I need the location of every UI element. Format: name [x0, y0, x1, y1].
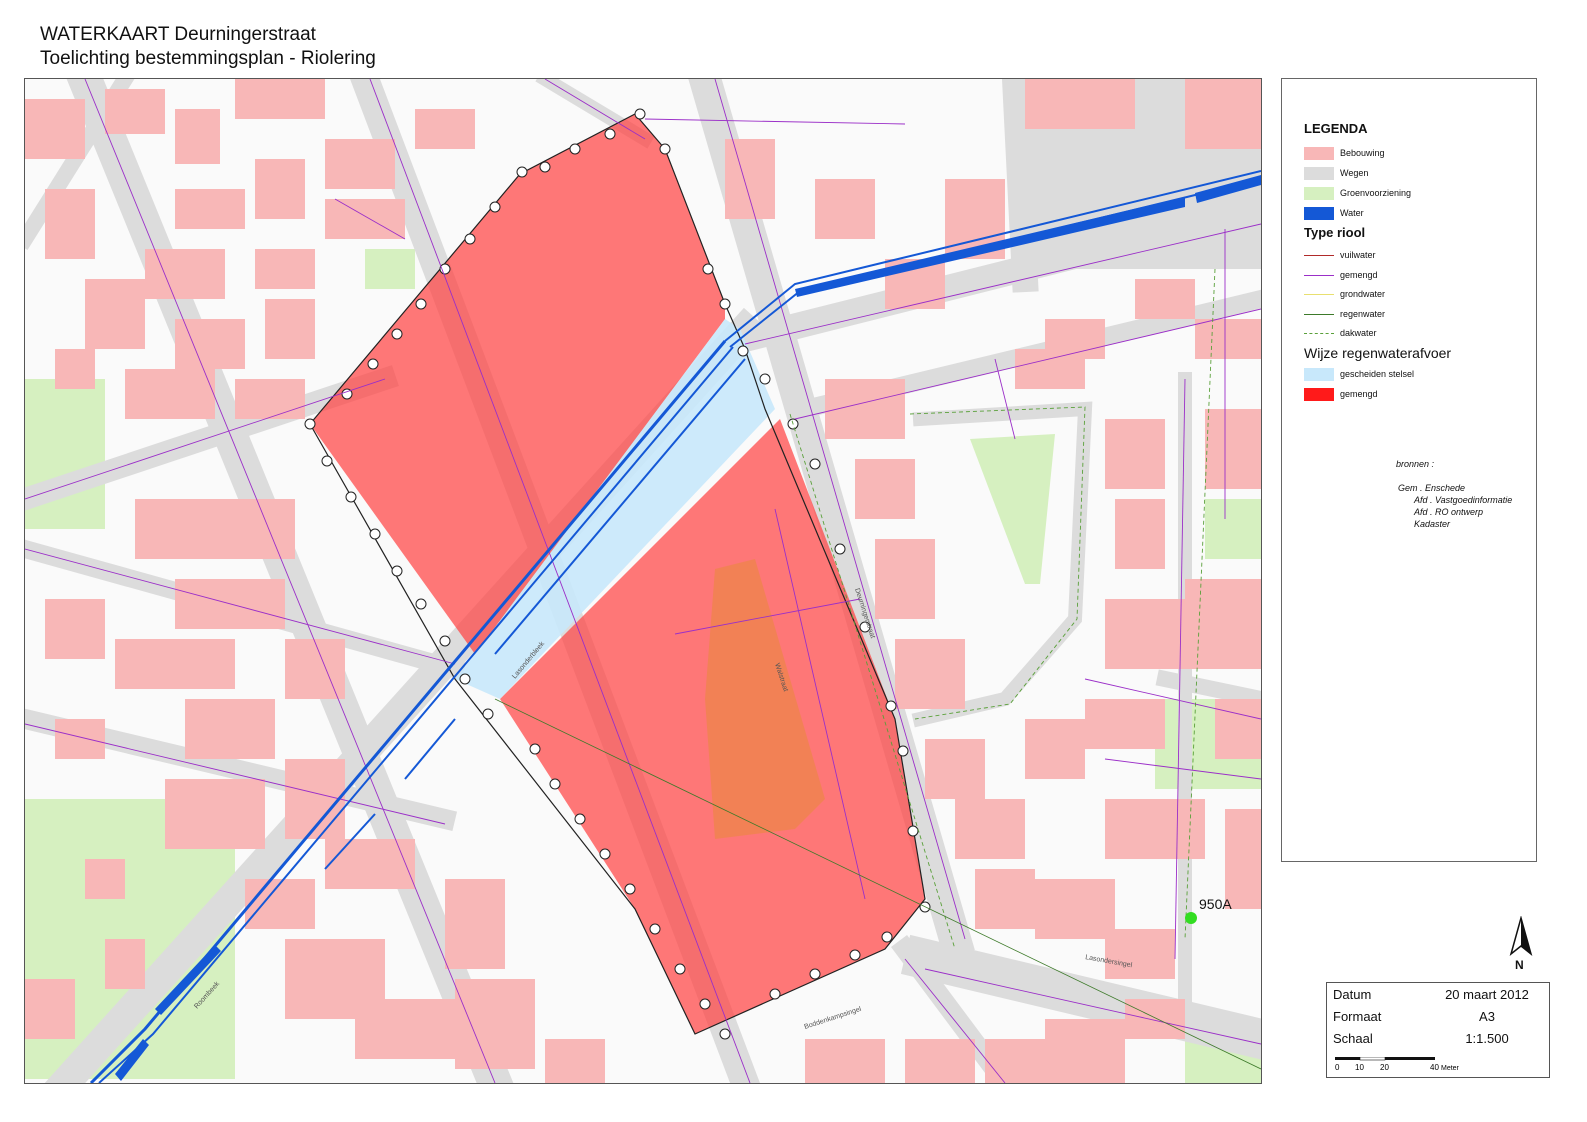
scale-tick: 20 — [1380, 1063, 1389, 1072]
schaal-label: Schaal — [1333, 1031, 1373, 1046]
formaat-label: Formaat — [1333, 1009, 1382, 1024]
map-canvas[interactable]: Roombeek Lasonderbleek Lasondersingel Bo… — [25, 79, 1261, 1083]
map-subtitle: Toelichting bestemmingsplan - Riolering — [40, 48, 376, 69]
swatch-icon — [1304, 146, 1334, 160]
measurement-point-label: 950A — [1199, 896, 1232, 912]
source-item: Afd . Vastgoedinformatie — [1414, 495, 1513, 505]
map-title: WATERKAART Deurningerstraat — [40, 24, 316, 45]
legend-item-dakwater: dakwater — [1304, 325, 1377, 341]
legend-item-bebouwing: Bebouwing — [1304, 145, 1385, 161]
scale-unit: Meter — [1441, 1065, 1460, 1072]
line-icon — [1304, 332, 1334, 334]
formaat-value: A3 — [1479, 1009, 1495, 1024]
schaal-value: 1:1.500 — [1465, 1031, 1509, 1046]
swatch-icon — [1304, 166, 1334, 180]
swatch-icon — [1304, 206, 1334, 220]
legend-item-gescheiden: gescheiden stelsel — [1304, 366, 1414, 382]
legend-drainage-heading: Wijze regenwaterafvoer — [1304, 345, 1452, 361]
line-icon — [1304, 293, 1334, 295]
line-icon — [1304, 254, 1334, 256]
scale-tick: 0 — [1335, 1063, 1340, 1072]
legend-item-vuilwater: vuilwater — [1304, 247, 1376, 263]
legend-item-regenwater: regenwater — [1304, 306, 1385, 322]
legend-sewer-heading: Type riool — [1304, 225, 1366, 240]
line-icon — [1304, 274, 1334, 276]
legend-item-grondwater: grondwater — [1304, 286, 1385, 302]
swatch-icon — [1304, 387, 1334, 401]
legend-item-gemengd-area: gemengd — [1304, 386, 1378, 402]
legend-heading: LEGENDA — [1304, 121, 1368, 136]
swatch-icon — [1304, 367, 1334, 381]
source-item: Kadaster — [1414, 519, 1451, 529]
legend-item-groenvoorziening: Groenvoorziening — [1304, 185, 1411, 201]
datum-value: 20 maart 2012 — [1445, 987, 1529, 1002]
north-label: N — [1515, 958, 1524, 972]
line-icon — [1304, 313, 1334, 315]
source-item: Afd . RO ontwerp — [1414, 507, 1484, 517]
scale-tick: 10 — [1355, 1063, 1364, 1072]
legend-item-wegen: Wegen — [1304, 165, 1368, 181]
scale-tick: 40 — [1430, 1063, 1439, 1072]
legend-panel: LEGENDA Bebouwing Wegen Groenvoorziening… — [1281, 78, 1537, 862]
swatch-icon — [1304, 186, 1334, 200]
datum-label: Datum — [1333, 987, 1372, 1002]
legend-item-gemengd-line: gemengd — [1304, 267, 1378, 283]
legend-item-water: Water — [1304, 205, 1364, 221]
map-frame[interactable]: Roombeek Lasonderbleek Lasondersingel Bo… — [24, 78, 1262, 1084]
scale-bar: 0 10 20 40 Meter — [1335, 1057, 1460, 1072]
map-info-box: Datum 20 maart 2012 Formaat A3 Schaal 1:… — [1326, 982, 1550, 1078]
sources-heading: bronnen : — [1396, 459, 1435, 469]
measurement-point[interactable] — [1185, 912, 1197, 924]
north-arrow-icon — [1509, 916, 1533, 957]
source-item: Gem . Enschede — [1398, 483, 1466, 493]
